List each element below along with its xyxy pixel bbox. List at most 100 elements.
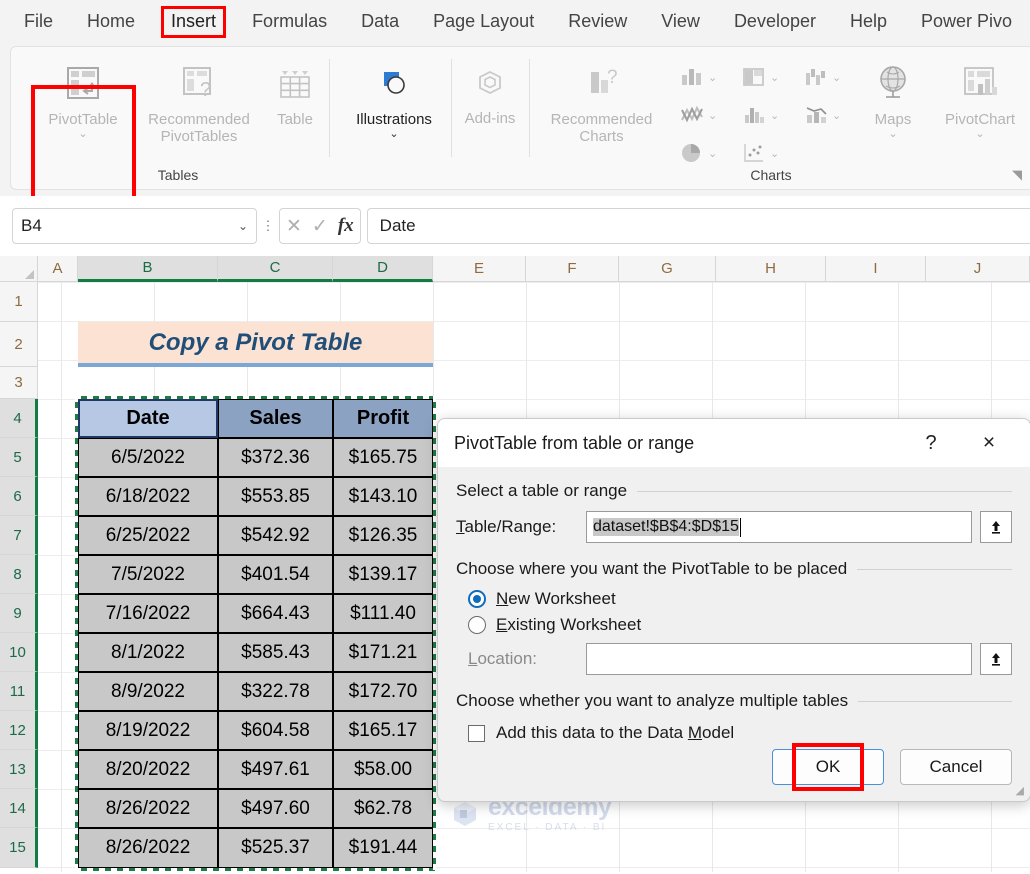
insert-function-icon[interactable]: fx [338, 215, 354, 237]
chevron-down-icon[interactable]: ⌄ [770, 109, 779, 122]
chevron-down-icon[interactable]: ⌄ [770, 71, 779, 84]
column-header-i[interactable]: I [826, 256, 926, 282]
table-cell-sales[interactable]: $372.36 [218, 438, 333, 477]
row-header-10[interactable]: 10 [0, 633, 38, 672]
tab-view[interactable]: View [657, 8, 704, 36]
table-cell-profit[interactable]: $139.17 [333, 555, 433, 594]
table-cell-profit[interactable]: $165.75 [333, 438, 433, 477]
recommended-pivot-tables-button[interactable]: ? Recommended PivotTables [139, 59, 259, 146]
chevron-down-icon[interactable]: ⌄ [888, 129, 897, 140]
chevron-down-icon[interactable]: ⌄ [238, 219, 248, 233]
table-button[interactable]: Table [263, 59, 327, 128]
table-header-sales[interactable]: Sales [218, 399, 333, 438]
select-all-corner[interactable] [0, 256, 38, 282]
table-cell-sales[interactable]: $585.43 [218, 633, 333, 672]
row-header-3[interactable]: 3 [0, 367, 38, 399]
confirm-edit-icon[interactable]: ✓ [312, 215, 328, 238]
tab-home[interactable]: Home [83, 8, 139, 36]
column-header-e[interactable]: E [433, 256, 526, 282]
table-cell-date[interactable]: 6/25/2022 [78, 516, 218, 555]
pivot-chart-button[interactable]: PivotChart ⌄ [931, 59, 1029, 140]
chevron-down-icon[interactable]: ⌄ [708, 109, 717, 122]
table-cell-profit[interactable]: $58.00 [333, 750, 433, 789]
checkbox-data-model[interactable]: Add this data to the Data Model [456, 723, 1012, 743]
statistic-chart-button[interactable]: ⌄ [741, 103, 779, 127]
column-header-j[interactable]: J [926, 256, 1030, 282]
table-range-input[interactable]: dataset!$B$4:$D$15 [586, 511, 972, 543]
radio-new-worksheet-indicator[interactable] [468, 590, 486, 608]
row-header-13[interactable]: 13 [0, 750, 38, 789]
table-cell-profit[interactable]: $111.40 [333, 594, 433, 633]
table-cell-date[interactable]: 7/5/2022 [78, 555, 218, 594]
chevron-down-icon[interactable]: ⌄ [708, 147, 717, 160]
row-header-4[interactable]: 4 [0, 399, 38, 438]
table-cell-sales[interactable]: $322.78 [218, 672, 333, 711]
collapse-range-button[interactable] [980, 511, 1012, 543]
cancel-button[interactable]: Cancel [900, 749, 1012, 785]
table-cell-sales[interactable]: $553.85 [218, 477, 333, 516]
tab-file[interactable]: File [20, 8, 57, 36]
column-header-h[interactable]: H [716, 256, 826, 282]
row-header-14[interactable]: 14 [0, 789, 38, 828]
table-cell-profit[interactable]: $62.78 [333, 789, 433, 828]
maps-button[interactable]: Maps ⌄ [859, 59, 927, 140]
column-header-c[interactable]: C [218, 256, 333, 282]
radio-existing-worksheet-indicator[interactable] [468, 616, 486, 634]
tab-formulas[interactable]: Formulas [248, 8, 331, 36]
table-header-date[interactable]: Date [78, 399, 218, 438]
table-cell-sales[interactable]: $525.37 [218, 828, 333, 868]
row-header-7[interactable]: 7 [0, 516, 38, 555]
table-cell-sales[interactable]: $401.54 [218, 555, 333, 594]
table-cell-date[interactable]: 6/5/2022 [78, 438, 218, 477]
table-cell-profit[interactable]: $191.44 [333, 828, 433, 868]
chevron-down-icon[interactable]: ⌄ [832, 109, 841, 122]
row-header-15[interactable]: 15 [0, 828, 38, 868]
pivot-table-button[interactable]: PivotTable ⌄ [33, 59, 133, 140]
close-icon[interactable]: × [972, 429, 1006, 457]
table-cell-sales[interactable]: $497.61 [218, 750, 333, 789]
sheet-title-banner[interactable]: Copy a Pivot Table [78, 322, 433, 367]
formula-bar-handle[interactable]: ⋮ [257, 218, 279, 234]
chevron-down-icon[interactable]: ⌄ [832, 71, 841, 84]
row-header-5[interactable]: 5 [0, 438, 38, 477]
column-header-f[interactable]: F [526, 256, 619, 282]
table-cell-date[interactable]: 8/19/2022 [78, 711, 218, 750]
row-header-12[interactable]: 12 [0, 711, 38, 750]
chevron-down-icon[interactable]: ⌄ [975, 129, 984, 140]
location-input[interactable] [586, 643, 972, 675]
table-cell-date[interactable]: 6/18/2022 [78, 477, 218, 516]
radio-existing-worksheet[interactable]: Existing Worksheet [456, 615, 1012, 635]
pie-chart-button[interactable]: ⌄ [679, 141, 717, 165]
cancel-edit-icon[interactable]: ✕ [286, 215, 302, 238]
tab-review[interactable]: Review [564, 8, 631, 36]
chevron-down-icon[interactable]: ⌄ [389, 129, 398, 140]
table-cell-date[interactable]: 8/26/2022 [78, 789, 218, 828]
table-cell-date[interactable]: 8/9/2022 [78, 672, 218, 711]
column-header-b[interactable]: B [78, 256, 218, 282]
tab-page-layout[interactable]: Page Layout [429, 8, 538, 36]
column-header-d[interactable]: D [333, 256, 433, 282]
hierarchy-chart-button[interactable]: ⌄ [741, 65, 779, 89]
ok-button[interactable]: OK [772, 749, 884, 785]
table-cell-date[interactable]: 7/16/2022 [78, 594, 218, 633]
table-cell-date[interactable]: 8/1/2022 [78, 633, 218, 672]
chevron-down-icon[interactable]: ⌄ [78, 129, 87, 140]
formula-input[interactable]: Date [366, 208, 1030, 244]
chevron-down-icon[interactable]: ⌄ [770, 147, 779, 160]
row-header-6[interactable]: 6 [0, 477, 38, 516]
dialog-title-bar[interactable]: PivotTable from table or range ? × [438, 419, 1030, 467]
charts-dialog-launcher-icon[interactable]: ◥ [1012, 167, 1022, 183]
column-header-a[interactable]: A [38, 256, 78, 282]
table-cell-sales[interactable]: $604.58 [218, 711, 333, 750]
combo-chart-button[interactable]: ⌄ [803, 103, 841, 127]
table-cell-profit[interactable]: $172.70 [333, 672, 433, 711]
line-chart-button[interactable]: ⌄ [679, 103, 717, 127]
tab-data[interactable]: Data [357, 8, 403, 36]
row-header-2[interactable]: 2 [0, 322, 38, 367]
row-header-8[interactable]: 8 [0, 555, 38, 594]
add-ins-button[interactable]: Add-ins [457, 59, 523, 128]
scatter-chart-button[interactable]: ⌄ [741, 141, 779, 165]
table-cell-profit[interactable]: $143.10 [333, 477, 433, 516]
table-cell-sales[interactable]: $497.60 [218, 789, 333, 828]
tab-power-pivot[interactable]: Power Pivo [917, 8, 1016, 36]
